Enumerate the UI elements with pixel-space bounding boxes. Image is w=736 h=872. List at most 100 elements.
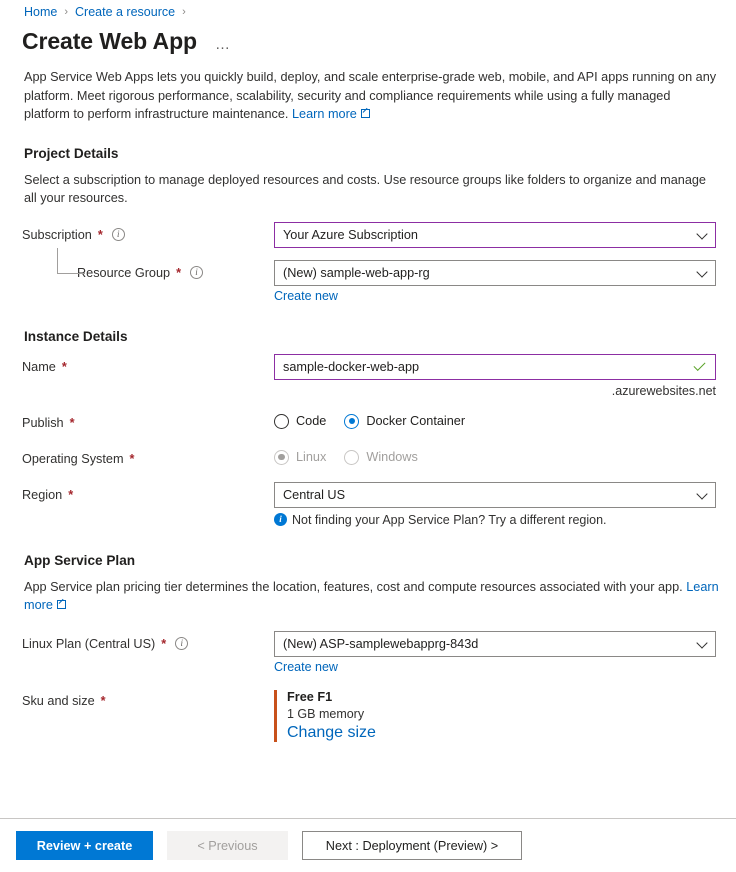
subscription-label: Subscription: [22, 227, 92, 242]
resource-group-value: (New) sample-web-app-rg: [283, 265, 430, 280]
publish-radio-group: Code Docker Container: [274, 410, 714, 429]
region-field-cell: Central US i Not finding your App Servic…: [274, 481, 716, 527]
resource-group-create-new-link[interactable]: Create new: [274, 289, 338, 303]
field-row-sku-and-size: Sku and size * Free F1 1 GB memory Change…: [22, 688, 714, 742]
section-instance-details-heading: Instance Details: [24, 328, 128, 344]
subscription-select[interactable]: Your Azure Subscription: [274, 221, 716, 248]
info-filled-icon: i: [274, 513, 287, 526]
publish-option-docker-container[interactable]: Docker Container: [344, 413, 466, 429]
more-options-icon[interactable]: …: [211, 34, 236, 55]
next-deployment-button[interactable]: Next : Deployment (Preview) >: [302, 831, 522, 860]
info-icon[interactable]: i: [111, 228, 125, 241]
publish-option-code-label: Code: [296, 414, 327, 428]
subscription-field-cell: Your Azure Subscription: [274, 221, 716, 248]
required-asterisk: *: [161, 636, 167, 651]
operating-system-label-cell: Operating System *: [22, 446, 274, 466]
breadcrumb-item-home[interactable]: Home: [24, 5, 57, 19]
chevron-down-icon: [696, 227, 708, 240]
region-label-cell: Region *: [22, 482, 274, 502]
field-row-subscription: Subscription * i Your Azure Subscription: [22, 221, 716, 248]
region-note-text: Not finding your App Service Plan? Try a…: [292, 512, 607, 527]
region-select[interactable]: Central US: [274, 481, 716, 508]
description-line-3: platform to perform infrastructure maint…: [24, 107, 292, 121]
operating-system-option-linux-label: Linux: [296, 450, 327, 464]
resource-group-select[interactable]: (New) sample-web-app-rg: [274, 259, 716, 286]
external-link-icon: [56, 600, 66, 609]
region-value: Central US: [283, 487, 346, 502]
radio-unchecked-icon: [274, 413, 289, 429]
info-icon[interactable]: i: [175, 637, 189, 650]
operating-system-option-windows: Windows: [344, 449, 418, 465]
linux-plan-field-cell: (New) ASP-samplewebapprg-843d Create new: [274, 630, 716, 676]
footer-actions: Review + create < Previous Next : Deploy…: [0, 819, 736, 872]
breadcrumb-item-create-a-resource[interactable]: Create a resource: [75, 5, 175, 19]
name-label: Name: [22, 359, 56, 374]
name-input[interactable]: sample-docker-web-app: [274, 353, 716, 380]
sku-tier-name: Free F1: [287, 689, 333, 704]
sku-summary: Free F1 1 GB memory Change size: [274, 689, 714, 742]
field-row-resource-group: Resource Group * i (New) sample-web-app-r…: [22, 247, 716, 305]
linux-plan-value: (New) ASP-samplewebapprg-843d: [283, 636, 479, 651]
section-app-service-plan-heading: App Service Plan: [24, 552, 136, 568]
field-row-operating-system: Operating System * Linux Windows: [22, 446, 714, 466]
region-label: Region: [22, 487, 63, 502]
publish-label-cell: Publish *: [22, 410, 274, 430]
chevron-right-icon: ›: [182, 5, 186, 18]
required-asterisk: *: [69, 415, 75, 430]
previous-button: < Previous: [167, 831, 288, 860]
required-asterisk: *: [100, 693, 106, 708]
publish-option-docker-container-label: Docker Container: [366, 414, 466, 428]
radio-checked-icon: [344, 413, 360, 429]
chevron-down-icon: [696, 636, 708, 649]
chevron-down-icon: [696, 265, 708, 278]
description-line-1: App Service Web Apps lets you quickly bu…: [24, 72, 693, 84]
breadcrumb: Home › Create a resource ›: [24, 5, 186, 19]
radio-unchecked-disabled-icon: [344, 449, 360, 465]
info-icon[interactable]: i: [190, 266, 204, 279]
app-service-plan-description: App Service plan pricing tier determines…: [24, 578, 719, 615]
sku-label-cell: Sku and size *: [22, 688, 274, 708]
chevron-down-icon: [696, 487, 708, 500]
review-create-button[interactable]: Review + create: [16, 831, 153, 860]
section-project-details-heading: Project Details: [24, 145, 119, 161]
publish-field-cell: Code Docker Container: [274, 410, 714, 429]
page-description: App Service Web Apps lets you quickly bu…: [24, 72, 719, 124]
field-row-name: Name * sample-docker-web-app .azurewebsit…: [22, 353, 716, 398]
publish-option-code[interactable]: Code: [274, 413, 327, 429]
tree-connector: [57, 247, 85, 274]
required-asterisk: *: [129, 451, 135, 466]
resource-group-label: Resource Group: [77, 265, 171, 280]
subscription-label-cell: Subscription * i: [22, 222, 274, 242]
project-details-description: Select a subscription to manage deployed…: [24, 172, 706, 206]
app-service-plan-description-text: App Service plan pricing tier determines…: [24, 579, 683, 594]
operating-system-radio-group: Linux Windows: [274, 446, 714, 465]
region-note: i Not finding your App Service Plan? Try…: [274, 513, 714, 527]
field-row-linux-plan: Linux Plan (Central US) * i (New) ASP-sam…: [22, 630, 716, 676]
linux-plan-label: Linux Plan (Central US): [22, 636, 156, 651]
resource-group-field-cell: (New) sample-web-app-rg Create new: [274, 259, 716, 305]
required-asterisk: *: [61, 359, 67, 374]
name-domain-suffix: .azurewebsites.net: [611, 383, 716, 398]
sku-change-size-link[interactable]: Change size: [287, 724, 376, 741]
operating-system-label: Operating System: [22, 451, 124, 466]
form-scroll-area[interactable]: App Service Web Apps lets you quickly bu…: [0, 72, 736, 818]
operating-system-option-windows-label: Windows: [366, 450, 418, 464]
radio-checked-disabled-icon: [274, 449, 289, 465]
subscription-value: Your Azure Subscription: [283, 227, 418, 242]
field-row-publish: Publish * Code Docker Container: [22, 410, 714, 430]
sku-field-cell: Free F1 1 GB memory Change size: [274, 688, 714, 742]
page-title: Create Web App: [22, 28, 197, 54]
sku-memory: 1 GB memory: [287, 706, 365, 721]
linux-plan-select[interactable]: (New) ASP-samplewebapprg-843d: [274, 630, 716, 657]
operating-system-field-cell: Linux Windows: [274, 446, 714, 465]
linux-plan-create-new-link[interactable]: Create new: [274, 660, 338, 674]
required-asterisk: *: [176, 265, 182, 280]
learn-more-link[interactable]: Learn more: [292, 107, 357, 121]
operating-system-option-linux: Linux: [274, 449, 327, 465]
name-label-cell: Name *: [22, 354, 274, 374]
required-asterisk: *: [97, 227, 103, 242]
external-link-icon: [360, 109, 370, 118]
name-field-cell: sample-docker-web-app .azurewebsites.net: [274, 353, 716, 398]
field-row-region: Region * Central US i Not finding your Ap…: [22, 481, 716, 527]
checkmark-icon: [693, 358, 706, 371]
